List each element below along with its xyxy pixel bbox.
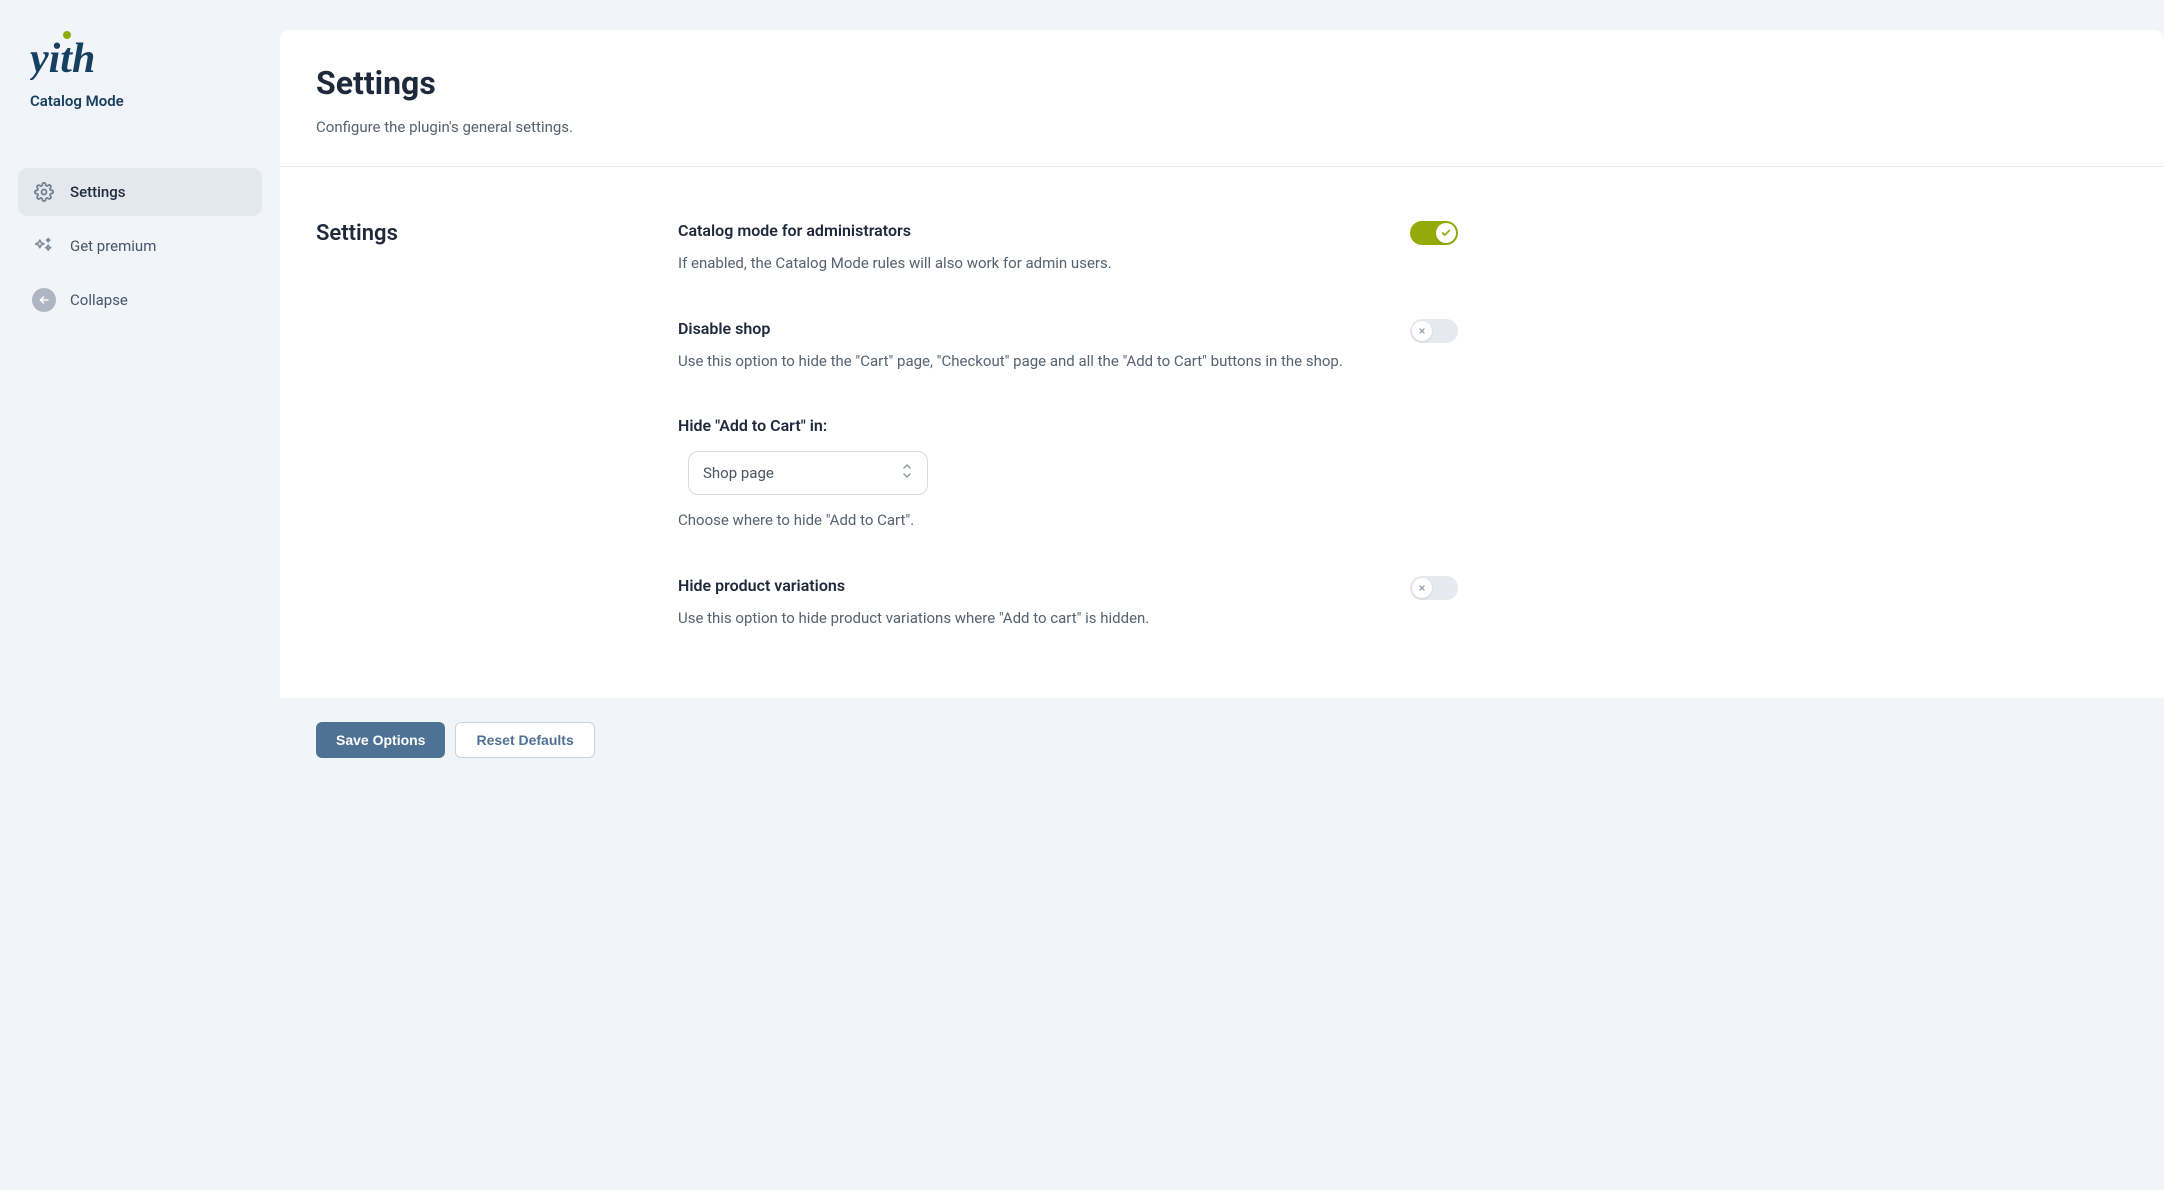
settings-list: Catalog mode for administrators If enabl… [678, 221, 1458, 658]
save-button[interactable]: Save Options [316, 722, 445, 758]
reset-defaults-button[interactable]: Reset Defaults [455, 722, 594, 758]
x-icon [1412, 321, 1432, 341]
panel-footer: Save Options Reset Defaults [280, 698, 2164, 782]
sidebar-item-label: Get premium [70, 237, 156, 255]
sidebar-item-settings[interactable]: Settings [18, 168, 262, 216]
main-content: Settings Configure the plugin's general … [280, 0, 2164, 1190]
brand-logo: yith [30, 30, 262, 80]
setting-title: Hide "Add to Cart" in: [678, 416, 1458, 435]
toggle-disable-shop[interactable] [1410, 319, 1458, 343]
svg-text:yith: yith [30, 36, 95, 80]
panel-body: Settings Catalog mode for administrators… [280, 167, 2164, 698]
chevron-up-down-icon [901, 463, 913, 483]
sidebar-item-collapse[interactable]: Collapse [18, 276, 262, 324]
page-subtitle: Configure the plugin's general settings. [316, 118, 2128, 136]
setting-hide-variations: Hide product variations Use this option … [678, 576, 1458, 630]
select-hide-add-to-cart[interactable]: Shop page [688, 451, 928, 495]
sidebar-item-label: Settings [70, 183, 126, 201]
setting-title: Disable shop [678, 319, 1380, 338]
sidebar-item-get-premium[interactable]: Get premium [18, 222, 262, 270]
panel-header: Settings Configure the plugin's general … [280, 30, 2164, 167]
yith-logo-icon: yith [30, 30, 110, 80]
sidebar-item-label: Collapse [70, 291, 128, 309]
setting-description: Use this option to hide product variatio… [678, 607, 1380, 630]
setting-description: Use this option to hide the "Cart" page,… [678, 350, 1380, 373]
setting-disable-shop: Disable shop Use this option to hide the… [678, 319, 1458, 373]
page-title: Settings [316, 64, 2128, 102]
brand-block: yith Catalog Mode [18, 30, 262, 110]
arrow-left-circle-icon [32, 288, 56, 312]
check-icon [1436, 223, 1456, 243]
select-value: Shop page [703, 464, 774, 482]
setting-title: Hide product variations [678, 576, 1380, 595]
sidebar: yith Catalog Mode Settings Get premium [0, 0, 280, 1190]
setting-description: If enabled, the Catalog Mode rules will … [678, 252, 1380, 275]
settings-panel: Settings Configure the plugin's general … [280, 30, 2164, 782]
section-heading: Settings [316, 221, 678, 658]
toggle-admin-mode[interactable] [1410, 221, 1458, 245]
sparkle-icon [32, 234, 56, 258]
setting-help: Choose where to hide "Add to Cart". [678, 509, 1458, 532]
setting-hide-add-to-cart: Hide "Add to Cart" in: Shop page Choose … [678, 416, 1458, 532]
plugin-name: Catalog Mode [30, 92, 262, 110]
toggle-hide-variations[interactable] [1410, 576, 1458, 600]
sidebar-nav: Settings Get premium Collapse [18, 168, 262, 324]
gear-icon [32, 180, 56, 204]
setting-title: Catalog mode for administrators [678, 221, 1380, 240]
x-icon [1412, 578, 1432, 598]
setting-admin-mode: Catalog mode for administrators If enabl… [678, 221, 1458, 275]
